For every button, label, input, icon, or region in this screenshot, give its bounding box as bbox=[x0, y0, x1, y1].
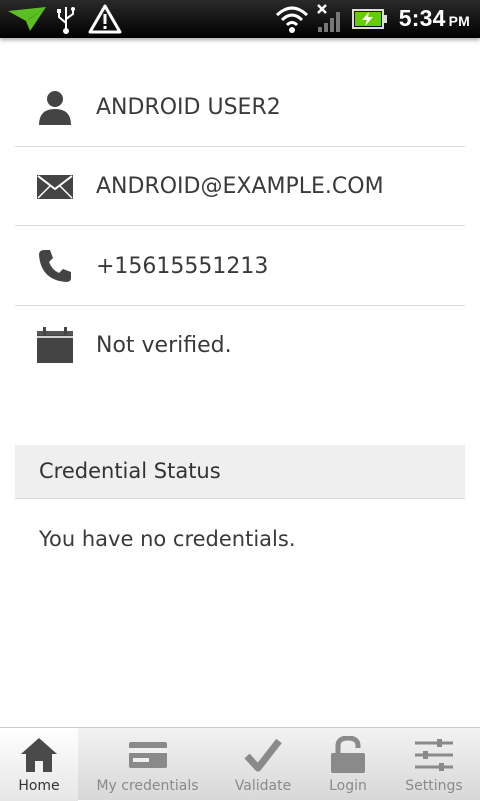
tab-login[interactable]: Login bbox=[310, 728, 386, 801]
credit-card-icon bbox=[128, 742, 167, 768]
checkmark-icon bbox=[244, 738, 282, 772]
no-credentials-message: You have no credentials. bbox=[39, 527, 296, 551]
calendar-icon bbox=[37, 327, 73, 363]
battery-charging-icon bbox=[352, 9, 387, 29]
warning-icon bbox=[88, 4, 122, 34]
status-clock: 5:34 PM bbox=[399, 5, 470, 32]
envelope-icon bbox=[37, 175, 73, 199]
credential-status-title: Credential Status bbox=[39, 459, 221, 483]
profile-name: ANDROID USER2 bbox=[96, 95, 281, 120]
profile-verification-row: Not verified. bbox=[15, 306, 465, 385]
tab-my-credentials-label: My credentials bbox=[96, 778, 199, 794]
tab-validate-label: Validate bbox=[234, 778, 292, 794]
bottom-tab-bar: Home My credentials Validate Login Setti… bbox=[0, 727, 480, 801]
tab-login-label: Login bbox=[329, 778, 367, 794]
person-icon bbox=[39, 91, 71, 125]
tab-settings[interactable]: Settings bbox=[396, 728, 472, 801]
profile-phone-row: +15615551213 bbox=[15, 227, 465, 306]
unlock-icon bbox=[331, 736, 365, 773]
tab-my-credentials[interactable]: My credentials bbox=[90, 728, 205, 801]
clock-ampm: PM bbox=[448, 13, 470, 29]
profile-email: ANDROID@EXAMPLE.COM bbox=[96, 174, 384, 199]
profile-phone: +15615551213 bbox=[96, 254, 269, 279]
notification-arrow-icon bbox=[8, 7, 46, 31]
no-signal-icon bbox=[317, 4, 340, 32]
tab-validate[interactable]: Validate bbox=[224, 728, 302, 801]
usb-icon bbox=[57, 7, 75, 34]
wifi-icon bbox=[275, 6, 309, 33]
credential-status-header: Credential Status bbox=[15, 445, 465, 499]
sliders-icon bbox=[415, 739, 453, 771]
verification-status: Not verified. bbox=[96, 333, 232, 358]
profile-name-row: ANDROID USER2 bbox=[15, 68, 465, 147]
phone-icon bbox=[39, 250, 71, 282]
profile-email-row: ANDROID@EXAMPLE.COM bbox=[15, 147, 465, 226]
status-bar: 5:34 PM bbox=[0, 0, 480, 38]
tab-settings-label: Settings bbox=[405, 778, 463, 794]
tab-home-label: Home bbox=[18, 778, 60, 794]
home-icon bbox=[21, 738, 57, 772]
clock-time: 5:34 bbox=[398, 5, 446, 31]
tab-home[interactable]: Home bbox=[0, 728, 78, 801]
